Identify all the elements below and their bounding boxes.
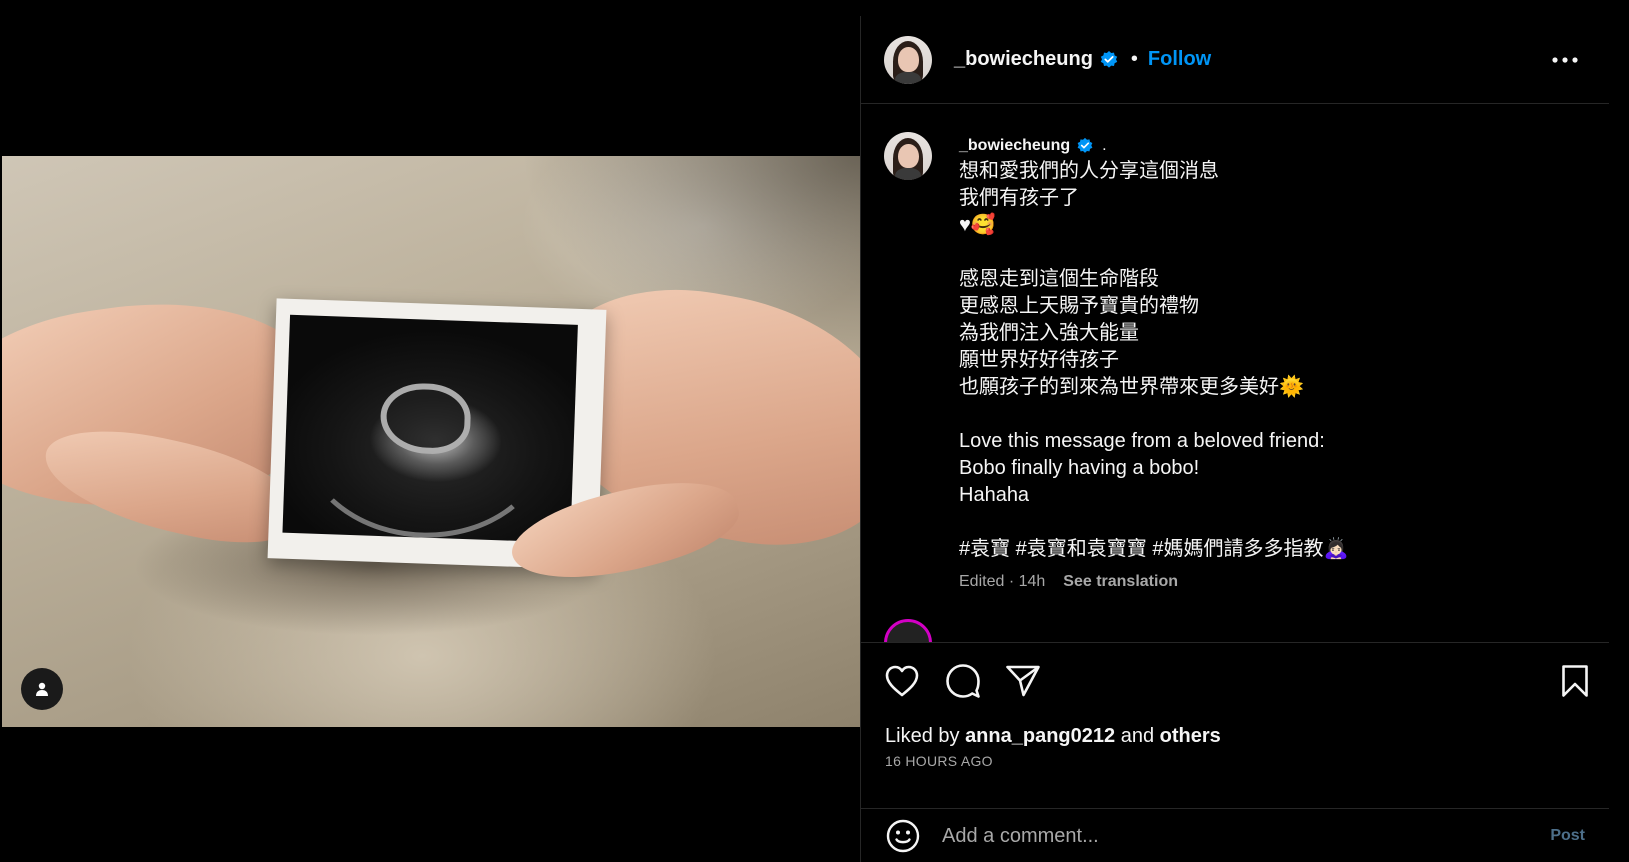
liked-prefix: Liked by — [885, 725, 960, 747]
author-username[interactable]: _bowiecheung — [954, 48, 1093, 71]
post-comment-button[interactable]: Post — [1550, 827, 1585, 845]
share-button[interactable] — [1003, 661, 1043, 701]
user-tag-icon — [36, 682, 48, 696]
tagged-users-button[interactable] — [21, 668, 63, 710]
see-translation-link[interactable]: See translation — [1063, 573, 1178, 591]
comment-bar: Post — [861, 808, 1609, 862]
next-comment-avatar[interactable] — [884, 619, 932, 642]
emoji-button[interactable] — [884, 817, 922, 855]
liked-by-text: Liked by anna_pang0212 and others — [885, 725, 1221, 748]
post-sidebar: _bowiecheung • Follow _bowiecheung . 想和愛… — [860, 16, 1609, 862]
paper-plane-icon — [1006, 665, 1040, 697]
post-header: _bowiecheung • Follow — [861, 16, 1609, 104]
header-separator: • — [1130, 48, 1138, 70]
caption-meta: Edited · 14h See translation — [959, 573, 1579, 591]
comment-button[interactable] — [943, 661, 983, 701]
verified-badge-icon — [1100, 50, 1118, 68]
bookmark-icon — [1562, 665, 1588, 697]
more-options-button[interactable] — [1549, 44, 1581, 76]
heart-icon — [885, 665, 919, 697]
post-timestamp[interactable]: 16 HOURS AGO — [885, 753, 993, 769]
post-actions: Liked by anna_pang0212 and others 16 HOU… — [861, 642, 1609, 862]
verified-badge-icon — [1077, 137, 1093, 153]
caption-user-suffix: . — [1102, 137, 1107, 154]
caption-username[interactable]: _bowiecheung — [959, 137, 1070, 155]
comment-input[interactable] — [942, 824, 1551, 848]
caption-body: _bowiecheung . 想和愛我們的人分享這個消息 我們有孩子了 ♥🥰 感… — [959, 134, 1579, 591]
caption-author-avatar[interactable] — [884, 132, 932, 180]
post-image[interactable] — [2, 156, 860, 727]
edited-timestamp: Edited · 14h — [959, 573, 1046, 590]
liked-by-user-link[interactable]: anna_pang0212 — [965, 725, 1115, 747]
comment-bubble-icon — [946, 664, 980, 698]
like-button[interactable] — [882, 661, 922, 701]
follow-button[interactable]: Follow — [1148, 48, 1211, 71]
liked-and: and — [1120, 725, 1155, 747]
save-button[interactable] — [1555, 661, 1595, 701]
author-avatar[interactable] — [884, 35, 932, 84]
emoji-icon — [886, 819, 920, 853]
caption-section: _bowiecheung . 想和愛我們的人分享這個消息 我們有孩子了 ♥🥰 感… — [861, 104, 1609, 642]
more-options-icon — [1552, 57, 1578, 63]
caption-text: 想和愛我們的人分享這個消息 我們有孩子了 ♥🥰 感恩走到這個生命階段 更感恩上天… — [959, 160, 1349, 560]
liked-others-link[interactable]: others — [1160, 725, 1221, 747]
